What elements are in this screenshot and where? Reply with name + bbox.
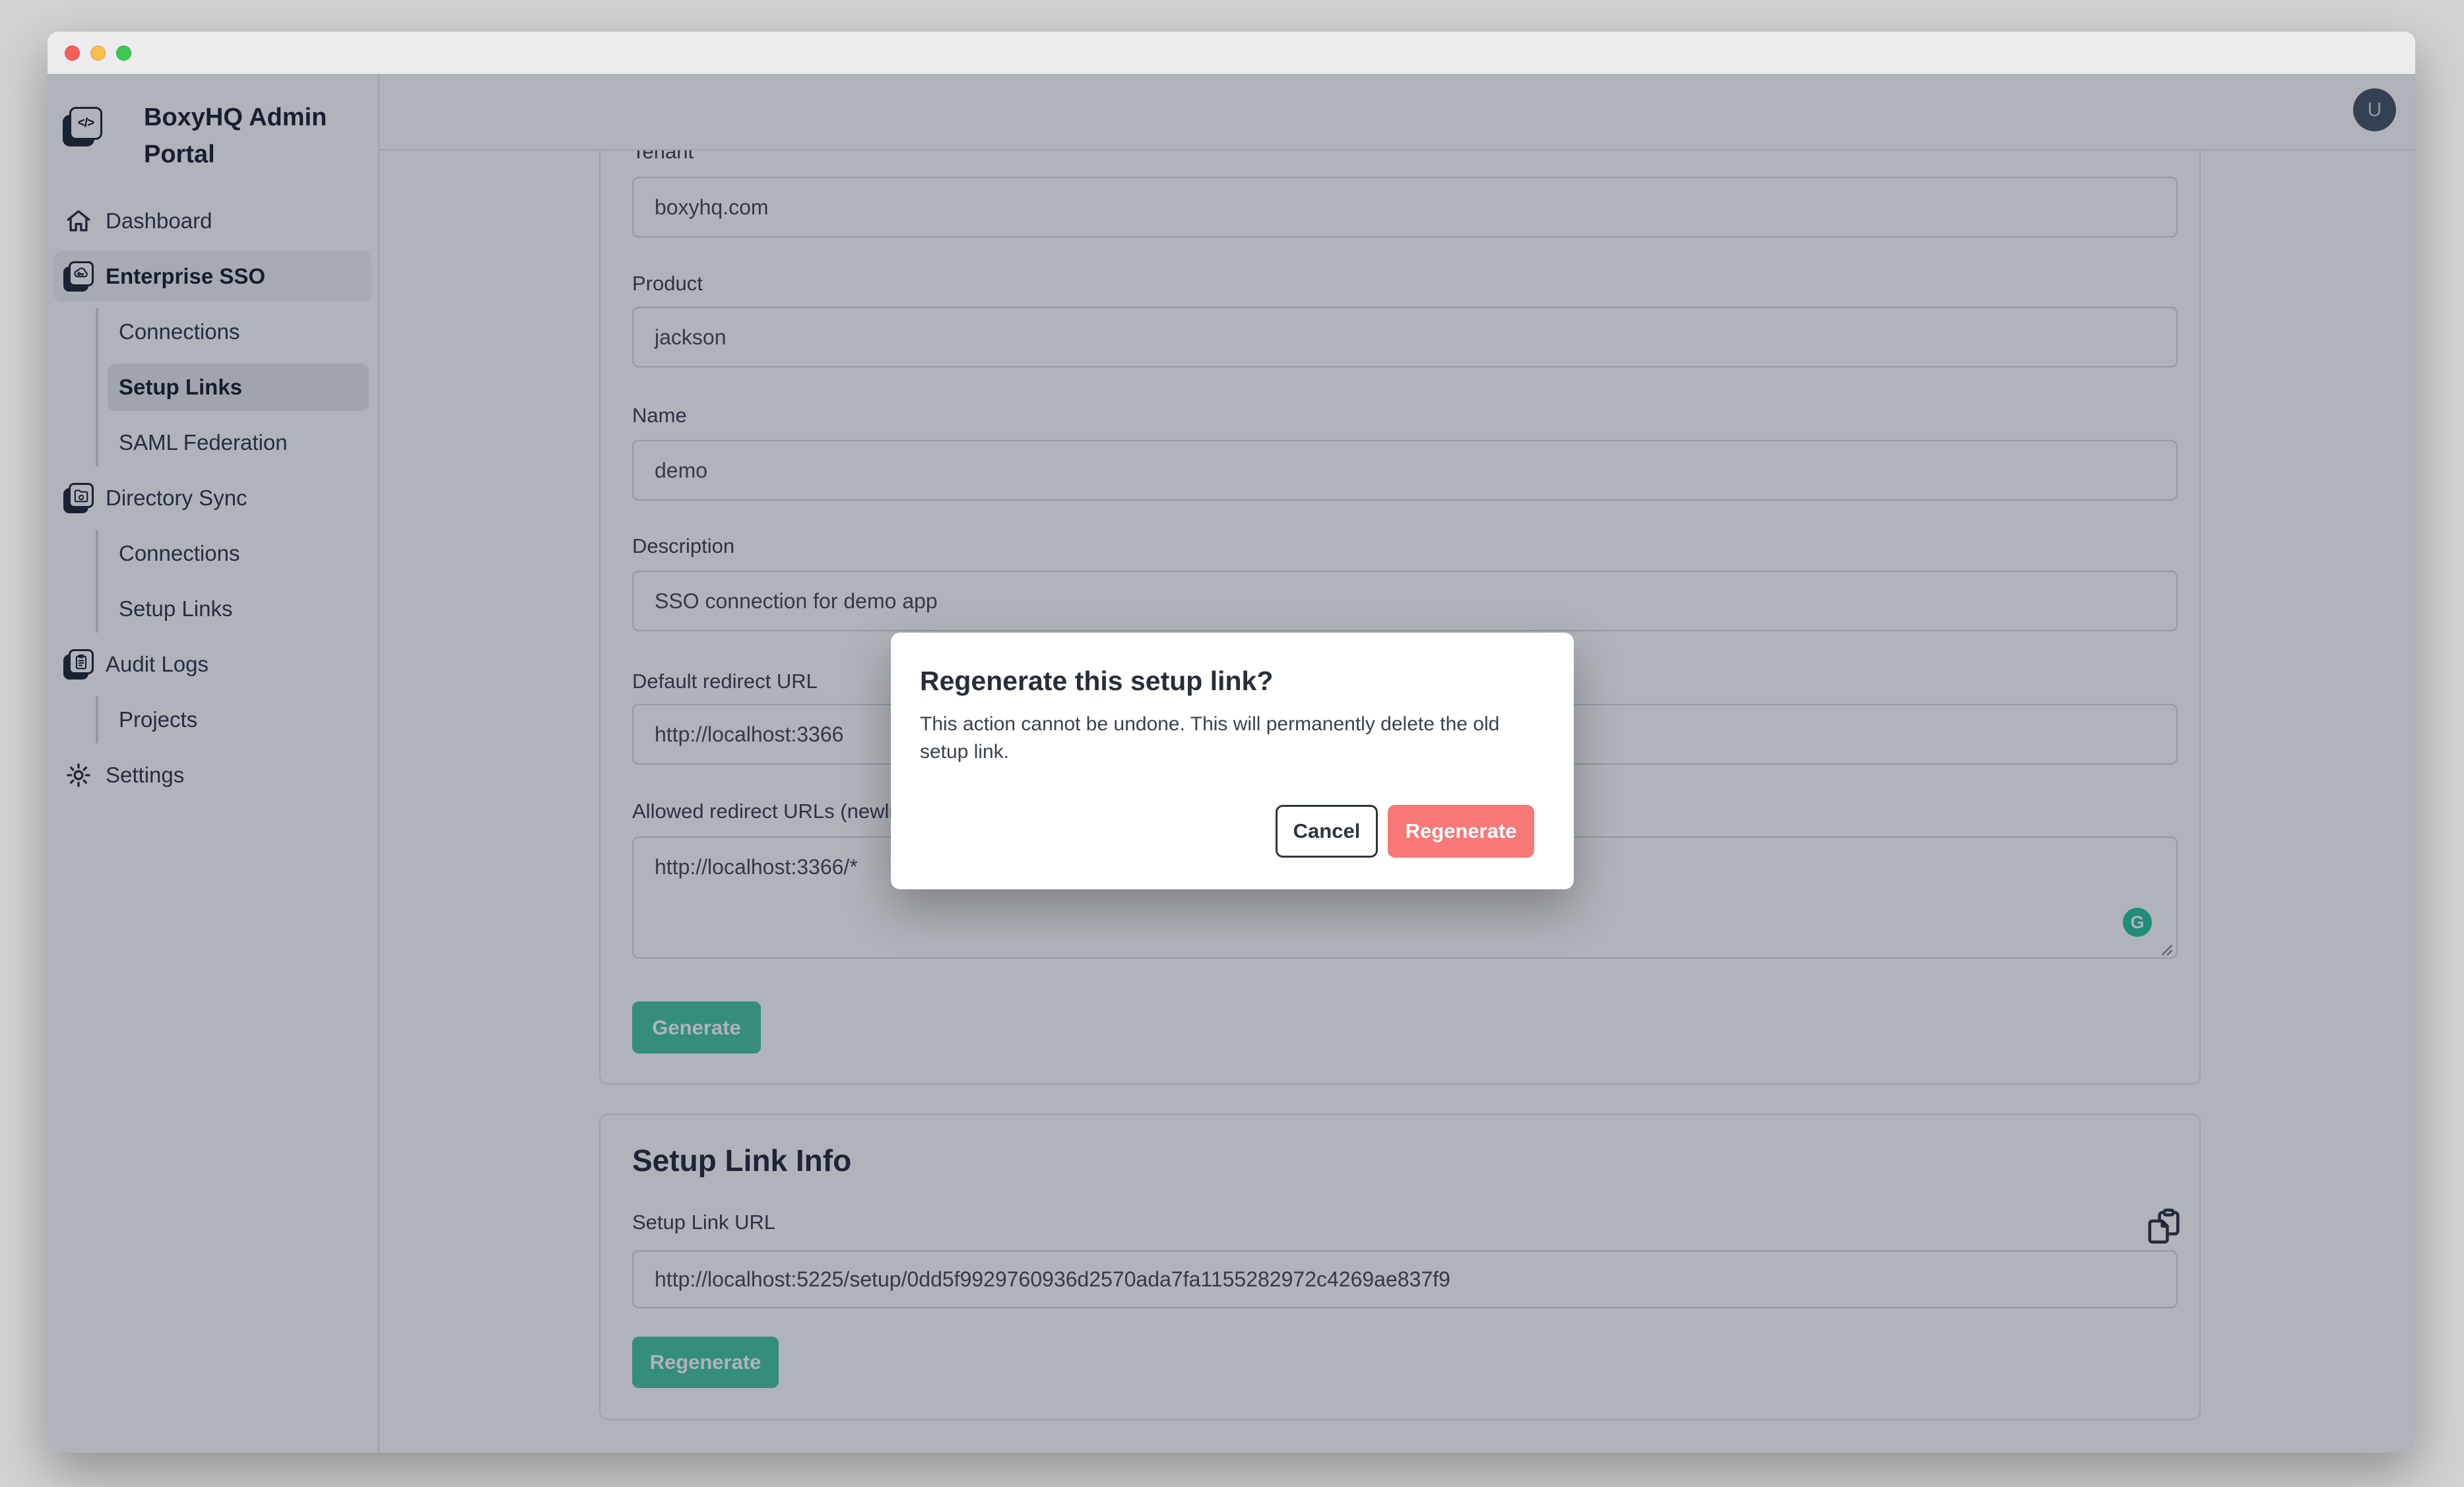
cancel-button[interactable]: Cancel: [1276, 805, 1378, 858]
window-titlebar: [48, 32, 2415, 74]
app-window: </> BoxyHQ Admin Portal Dashboard: [48, 32, 2415, 1453]
confirm-regenerate-button[interactable]: Regenerate: [1388, 805, 1534, 858]
minimize-window-button[interactable]: [90, 46, 106, 61]
zoom-window-button[interactable]: [116, 46, 131, 61]
dialog-body: This action cannot be undone. This will …: [920, 711, 1499, 766]
close-window-button[interactable]: [65, 46, 80, 61]
app-viewport: </> BoxyHQ Admin Portal Dashboard: [48, 74, 2415, 1453]
regenerate-confirm-dialog: Regenerate this setup link? This action …: [891, 633, 1574, 889]
dialog-body-line: setup link.: [920, 738, 1499, 766]
desktop: </> BoxyHQ Admin Portal Dashboard: [0, 0, 2464, 1487]
dialog-body-line: This action cannot be undone. This will …: [920, 711, 1499, 738]
dialog-title: Regenerate this setup link?: [920, 666, 1273, 697]
